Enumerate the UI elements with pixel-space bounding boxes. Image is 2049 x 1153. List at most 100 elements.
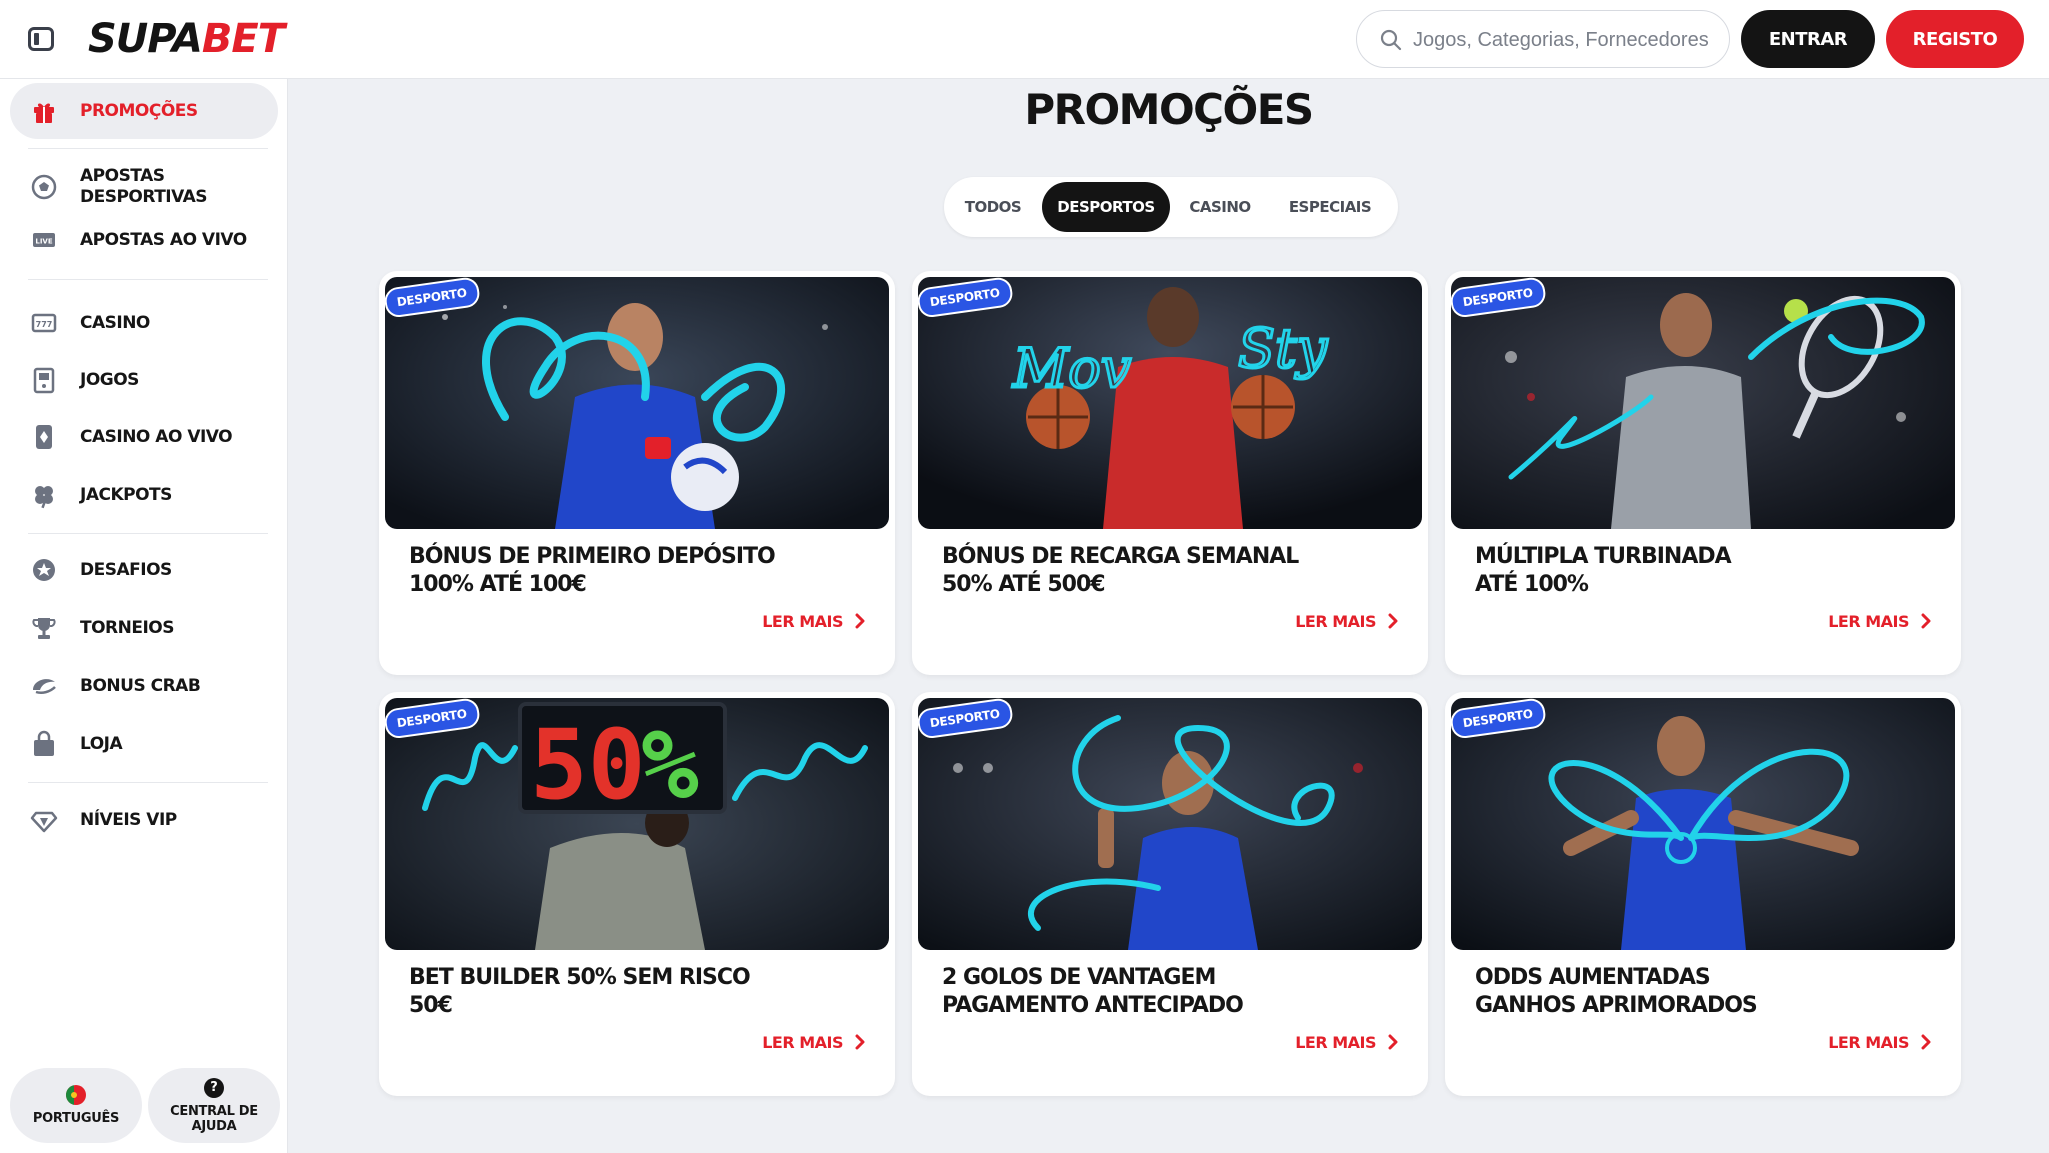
gift-icon (34, 103, 54, 123)
read-more-label: LER MAIS (1295, 1032, 1376, 1052)
tab-especiais[interactable]: ESPECIAIS (1270, 182, 1390, 232)
promo-card[interactable]: DESPORTO MÚLTIPLA TURBINADA ATÉ 100% LER… (1445, 271, 1961, 675)
language-selector-button[interactable]: PORTUGUÊS (10, 1068, 142, 1143)
sidebar-item-label: NÍVEIS VIP (80, 809, 177, 830)
promo-banner-image[interactable]: DESPORTO (1451, 698, 1955, 950)
substitution-board-illustration: 50 % (385, 698, 889, 950)
search-box[interactable] (1356, 10, 1730, 68)
promo-title-line1: BET BUILDER 50% SEM RISCO (409, 965, 751, 990)
live-icon: LIVE (33, 233, 55, 247)
card-icon (36, 425, 52, 449)
art-text-sty: Sty (1238, 317, 1329, 380)
sidebar-item-casino[interactable]: 777 CASINO (10, 307, 278, 339)
portugal-flag-icon (66, 1085, 86, 1105)
sidebar-divider (28, 279, 268, 280)
art-text-mov: Mov (1012, 337, 1131, 400)
promo-card-title: BÓNUS DE PRIMEIRO DEPÓSITO 100% ATÉ 100€ (409, 543, 869, 599)
arcade-icon (33, 367, 55, 394)
read-more-label: LER MAIS (762, 1032, 843, 1052)
promo-card-title: BET BUILDER 50% SEM RISCO 50€ (409, 964, 869, 1020)
promo-card-title: ODDS AUMENTADAS GANHOS APRIMORADOS (1475, 964, 1935, 1020)
tab-casino[interactable]: CASINO (1176, 182, 1264, 232)
logo-text-bet: BET (201, 16, 285, 62)
read-more-link[interactable]: LER MAIS (1295, 609, 1398, 633)
promo-card-title: 2 GOLOS DE VANTAGEM PAGAMENTO ANTECIPADO (942, 964, 1402, 1020)
promo-card[interactable]: DESPORTO BÓNUS DE PRIMEIRO DEPÓSITO 100%… (379, 271, 895, 675)
sidebar-item-loja[interactable]: LOJA (10, 728, 278, 760)
svg-text:LIVE: LIVE (35, 238, 52, 246)
board-digits-red: 50 (530, 709, 646, 821)
logo-text-supa: SUPA (88, 16, 203, 62)
sidebar-item-label: TORNEIOS (80, 617, 175, 638)
promo-title-line2: 100% ATÉ 100€ (409, 572, 587, 597)
read-more-link[interactable]: LER MAIS (762, 1030, 865, 1054)
clover-icon (35, 486, 53, 509)
trophy-icon (32, 618, 56, 639)
promo-card[interactable]: DESPORTO 2 GOLOS DE VANTAGEM PAGAMENTO A… (912, 692, 1428, 1096)
diamond-icon (30, 811, 58, 833)
search-input[interactable] (1411, 25, 1715, 55)
slot-machine-icon: 777 (31, 313, 57, 333)
sidebar-item-promocoes[interactable]: PROMOÇÕES (10, 83, 278, 139)
promo-title-line2: 50€ (409, 993, 453, 1018)
promo-card[interactable]: 50 % DESPORTO BET BUILDER 50% SEM RISCO … (379, 692, 895, 1096)
sidebar-item-label: APOSTAS DESPORTIVAS (80, 166, 208, 207)
tab-todos[interactable]: TODOS (950, 182, 1036, 232)
tennis-player-illustration (1451, 277, 1955, 529)
search-icon (1380, 29, 1402, 51)
promo-title-line1: ODDS AUMENTADAS (1475, 965, 1711, 990)
promo-banner-image[interactable]: DESPORTO (918, 698, 1422, 950)
language-label: PORTUGUÊS (32, 1111, 120, 1126)
read-more-link[interactable]: LER MAIS (1828, 609, 1931, 633)
sidebar-item-casino-ao-vivo[interactable]: CASINO AO VIVO (10, 421, 278, 453)
promo-card-title: MÚLTIPLA TURBINADA ATÉ 100% (1475, 543, 1935, 599)
promo-title-line2: 50% ATÉ 500€ (942, 572, 1106, 597)
read-more-label: LER MAIS (1828, 611, 1909, 631)
promo-title-line1: BÓNUS DE PRIMEIRO DEPÓSITO (409, 544, 776, 569)
question-mark-icon: ? (204, 1077, 224, 1098)
sidebar-item-jogos[interactable]: JOGOS (10, 364, 278, 396)
medal-icon (33, 559, 55, 581)
sidebar-item-label: LOJA (80, 733, 123, 754)
chevron-right-icon (1921, 1034, 1931, 1050)
sidebar-item-apostas-ao-vivo[interactable]: LIVE APOSTAS AO VIVO (10, 224, 278, 256)
board-digits-green: % (641, 709, 699, 821)
promo-card[interactable]: DESPORTO ODDS AUMENTADAS GANHOS APRIMORA… (1445, 692, 1961, 1096)
read-more-link[interactable]: LER MAIS (762, 609, 865, 633)
promo-banner-image[interactable]: 50 % DESPORTO (385, 698, 889, 950)
sidebar: PROMOÇÕES APOSTAS DESPORTIVAS LIVE APOST… (0, 79, 288, 1153)
supabet-logo[interactable]: SUPABET (88, 16, 285, 62)
register-button[interactable]: REGISTO (1886, 10, 2024, 68)
chevron-right-icon (855, 613, 865, 629)
promo-card[interactable]: Mov Sty DESPORTO BÓNUS DE RECARGA SEMANA… (912, 271, 1428, 675)
sidebar-item-label: CASINO AO VIVO (80, 426, 233, 447)
soccer-ball-icon (31, 174, 57, 200)
sidebar-item-jackpots[interactable]: JACKPOTS (10, 479, 278, 511)
sidebar-divider (28, 782, 268, 783)
sidebar-toggle-icon[interactable] (28, 27, 54, 51)
crab-icon (33, 679, 56, 695)
promo-banner-image[interactable]: DESPORTO (385, 277, 889, 529)
soccer-player-illustration (385, 277, 889, 529)
promo-title-line1: BÓNUS DE RECARGA SEMANAL (942, 544, 1299, 569)
basketball-player-illustration: Mov Sty (918, 277, 1422, 529)
login-button[interactable]: ENTRAR (1741, 10, 1875, 68)
help-center-button[interactable]: ? CENTRAL DE AJUDA (148, 1068, 280, 1143)
read-more-label: LER MAIS (762, 611, 843, 631)
promo-title-line1: 2 GOLOS DE VANTAGEM (942, 965, 1216, 990)
sidebar-item-torneios[interactable]: TORNEIOS (10, 612, 278, 644)
sidebar-item-bonus-crab[interactable]: BONUS CRAB (10, 670, 278, 702)
sidebar-item-niveis-vip[interactable]: NÍVEIS VIP (10, 804, 278, 836)
read-more-link[interactable]: LER MAIS (1295, 1030, 1398, 1054)
main-content: PROMOÇÕES TODOS DESPORTOS CASINO ESPECIA… (288, 79, 2049, 1153)
sidebar-item-apostas-desportivas[interactable]: APOSTAS DESPORTIVAS (10, 165, 278, 209)
promo-title-line2: PAGAMENTO ANTECIPADO (942, 993, 1244, 1018)
read-more-link[interactable]: LER MAIS (1828, 1030, 1931, 1054)
chevron-right-icon (1388, 1034, 1398, 1050)
sidebar-item-desafios[interactable]: DESAFIOS (10, 554, 278, 586)
two-fingers-player-illustration (918, 698, 1422, 950)
promo-banner-image[interactable]: Mov Sty DESPORTO (918, 277, 1422, 529)
tab-desportos[interactable]: DESPORTOS (1042, 182, 1170, 232)
sidebar-item-label: BONUS CRAB (80, 675, 201, 696)
promo-banner-image[interactable]: DESPORTO (1451, 277, 1955, 529)
